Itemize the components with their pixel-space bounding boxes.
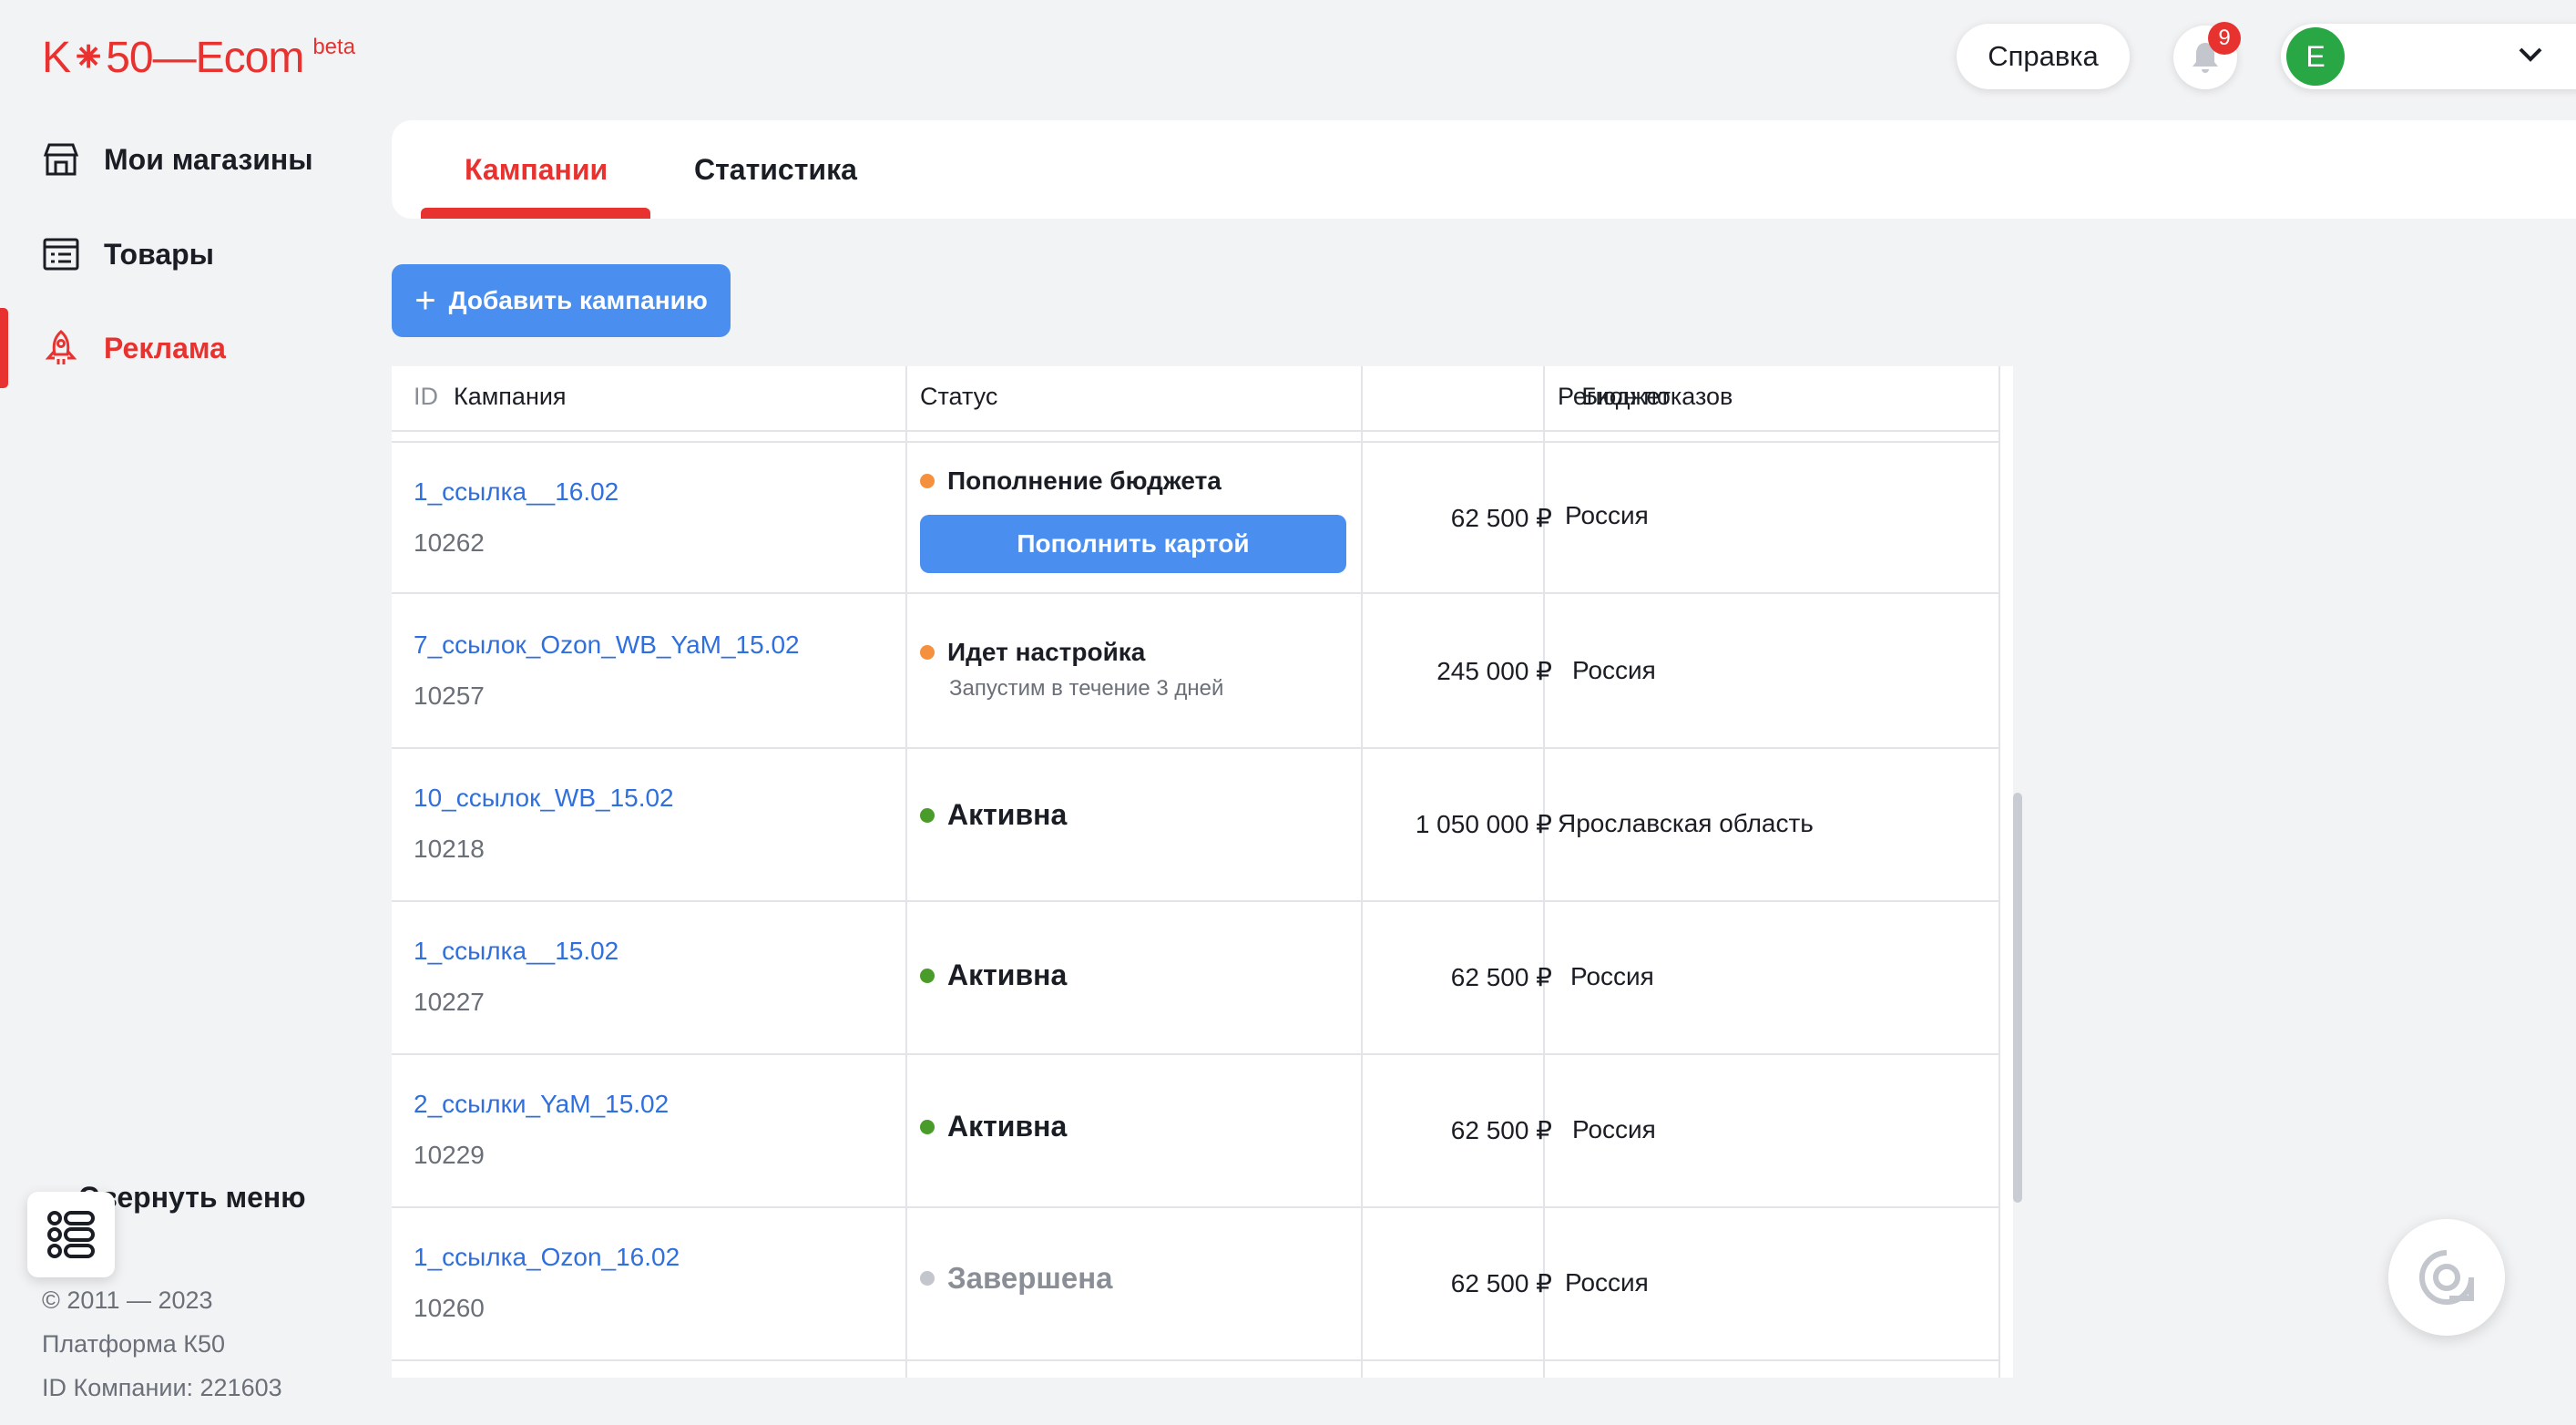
list-view-icon <box>47 1211 95 1258</box>
budget-value: 1 050 000 ₽ <box>1415 810 1552 838</box>
sidebar-item-label: Товары <box>104 237 214 271</box>
plus-icon: + <box>414 281 436 321</box>
region-value: Россия <box>1572 656 1656 684</box>
campaign-id: 10227 <box>414 988 485 1016</box>
row-divider <box>392 1206 2000 1208</box>
avatar: Е <box>2286 27 2345 86</box>
campaign-name-link[interactable]: 2_ссылки_YaM_15.02 <box>414 1090 669 1119</box>
region-value: Россия <box>1570 962 1654 990</box>
footer-platform: Платформа К50 <box>42 1330 226 1358</box>
budget-value: 62 500 ₽ <box>1450 1116 1552 1144</box>
row-divider <box>392 1053 2000 1055</box>
campaign-name-link[interactable]: 7_ссылок_Ozon_WB_YaM_15.02 <box>414 630 800 660</box>
sidebar-item-my-stores[interactable]: Мои магазины <box>42 135 313 184</box>
add-campaign-button[interactable]: + Добавить кампанию <box>392 264 731 337</box>
region-value: Россия <box>1572 1115 1656 1143</box>
help-button[interactable]: Справка <box>1957 24 2130 89</box>
status-dot <box>920 645 935 660</box>
sidebar-item-label: Реклама <box>104 331 226 364</box>
column-header-id: ID <box>414 382 438 410</box>
status-cell: Активна <box>920 798 1067 832</box>
status-text: Завершена <box>947 1261 1113 1295</box>
campaign-id: 10218 <box>414 835 485 863</box>
sidebar-item-ads[interactable]: Реклама <box>42 323 226 373</box>
status-dot <box>920 1119 935 1134</box>
campaign-name-link[interactable]: 1_ссылка__15.02 <box>414 937 618 966</box>
campaign-name-link[interactable]: 1_ссылка_Ozon_16.02 <box>414 1243 680 1272</box>
campaign-name-link[interactable]: 1_ссылка__16.02 <box>414 477 618 507</box>
status-dot <box>920 474 935 488</box>
status-dot <box>920 968 935 983</box>
list-view-button[interactable] <box>27 1192 115 1277</box>
column-divider <box>905 366 907 1378</box>
budget-value: 62 500 ₽ <box>1450 1269 1552 1297</box>
status-cell: Активна <box>920 1110 1067 1143</box>
column-header-campaign[interactable]: Кампания <box>454 366 567 426</box>
column-divider <box>1998 366 2000 1378</box>
list-icon <box>43 238 79 271</box>
campaign-id: 10260 <box>414 1294 485 1322</box>
notification-count-badge: 9 <box>2208 22 2241 55</box>
status-dot <box>920 1271 935 1286</box>
footer-copyright: © 2011 — 2023 <box>42 1287 213 1314</box>
row-divider <box>392 747 2000 749</box>
budget-value: 62 500 ₽ <box>1450 504 1552 532</box>
rocket-icon <box>45 330 77 364</box>
status-text: Активна <box>947 959 1068 991</box>
logo-text: K⁕50—Ecom <box>42 34 304 82</box>
campaigns-table: ID Кампания Статус Бюджет Регион показов… <box>392 366 2013 1378</box>
row-divider <box>392 592 2000 594</box>
status-text: Активна <box>947 1110 1068 1143</box>
tab-campaigns[interactable]: Кампании <box>465 120 608 219</box>
add-campaign-label: Добавить кампанию <box>448 286 708 314</box>
row-divider <box>392 441 2000 443</box>
column-header-status[interactable]: Статус <box>920 366 997 426</box>
top-up-card-button[interactable]: Пополнить картой <box>920 515 1346 573</box>
status-cell: Завершена <box>920 1261 1113 1296</box>
status-dot <box>920 807 935 823</box>
budget-value: 62 500 ₽ <box>1450 963 1552 991</box>
status-text: Идет настройка <box>947 638 1146 666</box>
tabs-bar: Кампании Статистика <box>392 120 2576 219</box>
support-chat-button[interactable] <box>2388 1219 2505 1336</box>
status-text: Активна <box>947 798 1068 831</box>
beta-badge: beta <box>312 35 356 59</box>
status-text: Пополнение бюджета <box>947 466 1222 495</box>
status-subtext: Запустим в течение 3 дней <box>949 676 1224 701</box>
status-cell: Пополнение бюджета <box>920 466 1222 496</box>
campaign-id: 10262 <box>414 528 485 557</box>
table-scrollbar[interactable] <box>2013 793 2022 1203</box>
region-value: Россия <box>1565 1268 1649 1297</box>
sidebar-item-label: Мои магазины <box>104 142 313 176</box>
campaign-name-link[interactable]: 10_ссылок_WB_15.02 <box>414 784 674 813</box>
header-divider <box>392 430 2000 432</box>
campaign-id: 10229 <box>414 1141 485 1169</box>
chat-icon <box>2419 1250 2474 1305</box>
store-icon <box>43 143 79 176</box>
app-logo[interactable]: K⁕50—Ecom beta <box>42 31 355 86</box>
row-divider <box>392 900 2000 902</box>
region-value: Россия <box>1565 501 1649 529</box>
tab-statistics[interactable]: Статистика <box>694 120 857 219</box>
active-nav-indicator <box>0 308 8 388</box>
sidebar-item-products[interactable]: Товары <box>42 230 214 279</box>
region-value: Ярославская область <box>1558 809 1814 837</box>
active-tab-underline <box>421 208 650 219</box>
status-cell: Активна <box>920 959 1067 992</box>
column-header-region[interactable]: Регион показов <box>1558 366 1733 426</box>
footer-company-id: ID Компании: 221603 <box>42 1374 282 1401</box>
chevron-down-icon[interactable] <box>2516 40 2545 69</box>
campaign-id: 10257 <box>414 682 485 710</box>
row-divider <box>392 1359 2000 1361</box>
status-cell: Идет настройка <box>920 638 1145 667</box>
budget-value: 245 000 ₽ <box>1436 657 1552 685</box>
